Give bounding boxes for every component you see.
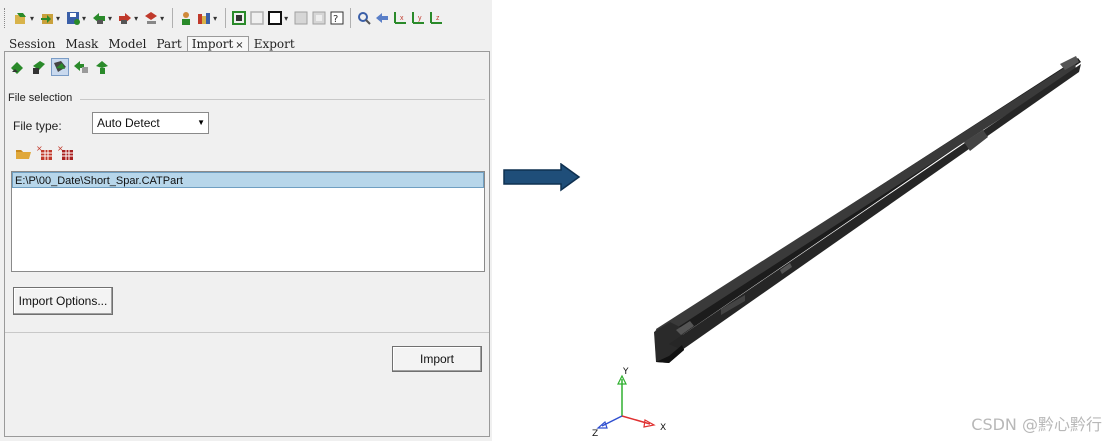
wireframe-icon[interactable] (293, 10, 309, 26)
import-connectors-icon[interactable] (72, 58, 90, 76)
svg-text:z: z (436, 15, 440, 22)
chevron-down-icon[interactable]: ▾ (30, 14, 34, 23)
select-box-icon[interactable] (231, 10, 247, 26)
folder-open-icon[interactable] (15, 145, 33, 161)
remove-file-icon[interactable]: × (36, 144, 54, 161)
tab-model[interactable]: Model (103, 36, 151, 52)
right-arrow-icon (503, 163, 581, 192)
file-list[interactable]: E:\P\00_Date\Short_Spar.CATPart (11, 171, 485, 272)
tab-session[interactable]: Session (4, 36, 60, 52)
file-type-label: File type: (13, 119, 62, 133)
tab-import[interactable]: Import × (186, 36, 249, 52)
axis-z-icon[interactable]: z (428, 10, 444, 26)
main-toolbar: ▾ ▾ ▾ ▾ ▾ ▾ ▾ ▾ ? x y z (0, 0, 492, 36)
axis-x-icon[interactable]: x (392, 10, 408, 26)
print-icon[interactable] (143, 10, 159, 26)
triad-z-label: Z (592, 429, 598, 439)
import-panel: ▾ ▾ ▾ ▾ ▾ ▾ ▾ ▾ ? x y z Session Mask Mod… (0, 0, 492, 441)
watermark: CSDN @黔心黔行 (971, 415, 1102, 434)
chevron-down-icon[interactable]: ▾ (284, 14, 288, 23)
redo-icon[interactable] (117, 10, 133, 26)
chevron-down-icon[interactable]: ▾ (82, 14, 86, 23)
chevron-down-icon: ▼ (197, 118, 205, 127)
shade-icon[interactable] (267, 10, 283, 26)
svg-text:y: y (418, 15, 422, 22)
import-icon[interactable] (39, 10, 55, 26)
axis-triad: Y X Z (592, 367, 666, 439)
zoom-icon[interactable]: ? (329, 10, 345, 26)
tab-mask[interactable]: Mask (60, 36, 103, 52)
model-viewport[interactable] (590, 50, 1090, 380)
svg-text:?: ? (333, 14, 338, 25)
spar-part[interactable] (654, 56, 1081, 363)
toolbar-grip[interactable] (4, 8, 8, 28)
file-type-select[interactable]: Auto Detect ▼ (92, 112, 209, 134)
file-list-actions: × × (15, 144, 78, 161)
toolbar-separator (172, 8, 174, 28)
tab-import-label: Import (191, 37, 234, 51)
close-icon[interactable]: × (235, 40, 243, 51)
divider (5, 332, 489, 333)
toolbar-separator (225, 8, 227, 28)
file-selection-label: File selection (8, 92, 73, 104)
undo-icon[interactable] (91, 10, 107, 26)
triad-x-label: X (660, 423, 666, 433)
magnifier-icon[interactable] (356, 10, 372, 26)
toolbar-separator (350, 8, 352, 28)
import-geometry-icon[interactable] (30, 58, 48, 76)
file-type-value: Auto Detect (97, 116, 160, 130)
import-tab-content: File selection File type: Auto Detect ▼ … (4, 51, 490, 437)
user-profile-icon[interactable] (178, 10, 194, 26)
list-item[interactable]: E:\P\00_Date\Short_Spar.CATPart (12, 172, 484, 188)
import-fe-overlay-icon[interactable] (93, 58, 111, 76)
open-model-icon[interactable] (13, 10, 29, 26)
import-model-icon[interactable] (9, 58, 27, 76)
chevron-down-icon[interactable]: ▾ (213, 14, 217, 23)
tab-export[interactable]: Export (249, 36, 300, 52)
tab-bar: Session Mask Model Part Import × Export (4, 36, 300, 52)
tab-part[interactable]: Part (151, 36, 186, 52)
import-button[interactable]: Import (392, 346, 482, 372)
chevron-down-icon[interactable]: ▾ (160, 14, 164, 23)
display-icon[interactable] (196, 10, 212, 26)
clear-list-icon[interactable]: × (57, 144, 75, 161)
save-icon[interactable] (65, 10, 81, 26)
chevron-down-icon[interactable]: ▾ (108, 14, 112, 23)
import-solver-deck-icon[interactable] (51, 58, 69, 76)
import-mode-bar (9, 58, 114, 76)
chevron-down-icon[interactable]: ▾ (56, 14, 60, 23)
rotate-left-icon[interactable] (374, 10, 390, 26)
import-options-button[interactable]: Import Options... (13, 287, 113, 315)
chevron-down-icon[interactable]: ▾ (134, 14, 138, 23)
axis-y-icon[interactable]: y (410, 10, 426, 26)
group-divider (80, 99, 485, 100)
svg-text:x: x (400, 15, 404, 22)
square-icon[interactable] (249, 10, 265, 26)
fit-icon[interactable] (311, 10, 327, 26)
triad-y-label: Y (622, 367, 629, 377)
